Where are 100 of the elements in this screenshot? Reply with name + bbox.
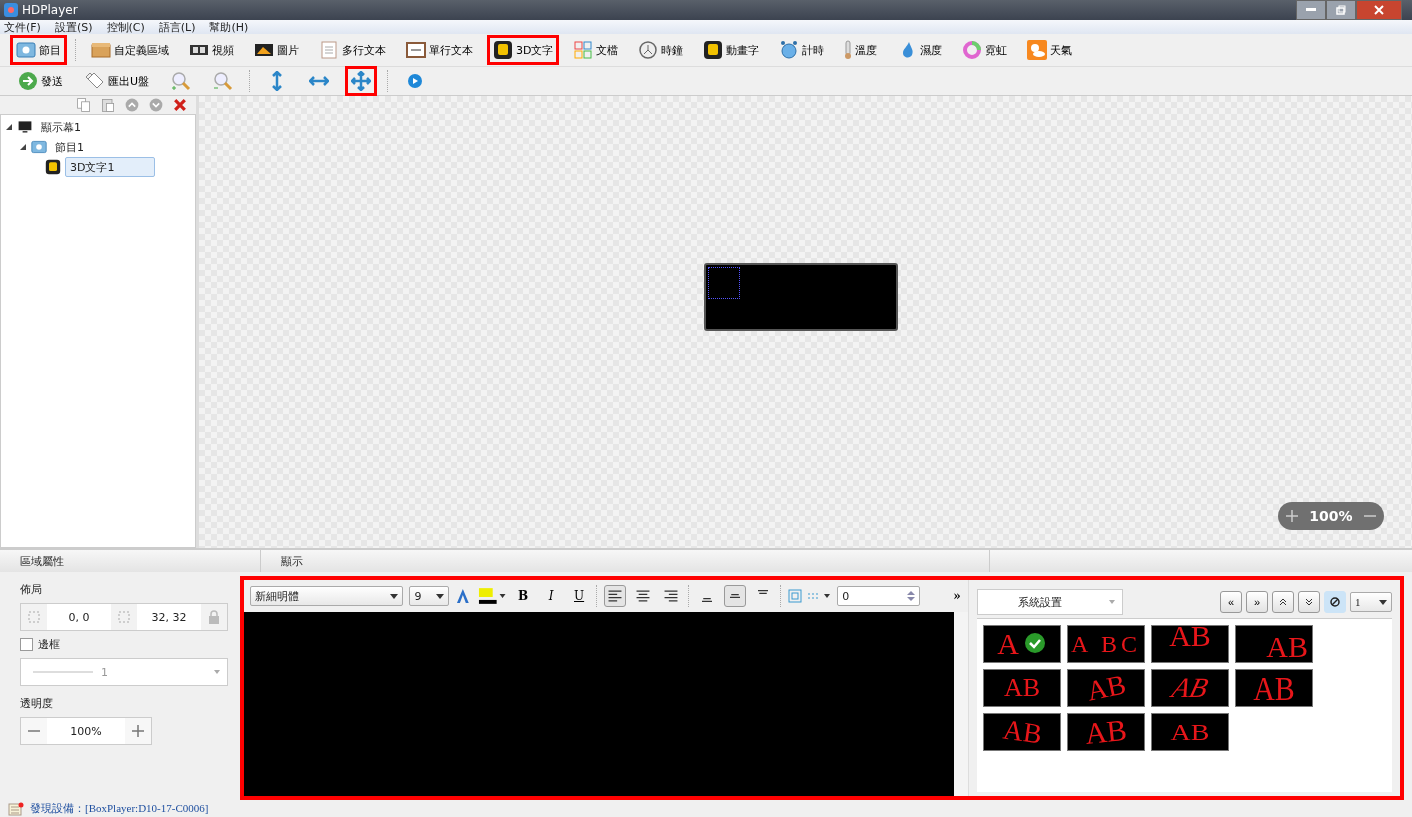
effect-thumbnail[interactable]: AB xyxy=(983,713,1061,751)
tiles-icon xyxy=(573,40,594,60)
layout-field[interactable]: 0, 0 32, 32 xyxy=(20,603,228,631)
toolbar-button[interactable]: 動畫字 xyxy=(697,35,766,65)
align-button[interactable] xyxy=(604,585,627,607)
effect-thumbnail[interactable]: AB xyxy=(1235,625,1313,663)
effect-thumbnail[interactable]: AB xyxy=(1067,713,1145,751)
prohibited-icon xyxy=(1330,597,1340,607)
expand-arrow-icon[interactable] xyxy=(19,143,27,151)
text-frame-icon xyxy=(406,40,426,60)
zoom-in-icon[interactable] xyxy=(1286,510,1298,522)
disable-button[interactable] xyxy=(1324,591,1346,613)
sun-cloud-icon xyxy=(1027,40,1048,60)
monitor-icon xyxy=(17,119,33,135)
format-button[interactable]: B xyxy=(512,585,535,607)
more-button[interactable]: » xyxy=(946,585,969,607)
toolbar-button[interactable]: 濕度 xyxy=(891,35,949,65)
tile-icon xyxy=(493,40,513,60)
minimize-button[interactable] xyxy=(1296,0,1326,20)
color-ring-icon xyxy=(962,40,983,60)
effect-thumbnail[interactable]: AB xyxy=(1151,713,1229,751)
tree-item[interactable]: 3D文字1 xyxy=(65,157,156,177)
format-button[interactable]: I xyxy=(540,585,563,607)
scroll-up-button[interactable] xyxy=(1272,591,1294,613)
toolbar-button[interactable]: 單行文本 xyxy=(400,35,479,65)
menu-item[interactable]: 設置(S) xyxy=(54,19,93,35)
toolbar-button[interactable]: 匯出U盤 xyxy=(79,66,156,96)
scrollbar[interactable] xyxy=(954,612,968,796)
alignment-icon xyxy=(664,590,679,602)
move-up-icon xyxy=(124,97,140,113)
zoom-out-icon xyxy=(213,71,234,91)
toolbar-button[interactable]: 文檔 xyxy=(567,35,625,65)
caret-icon xyxy=(1109,600,1115,604)
tree-item[interactable]: 顯示幕1 xyxy=(37,118,85,136)
effect-thumbnail[interactable]: AB xyxy=(1151,669,1229,707)
close-button[interactable] xyxy=(1356,0,1402,20)
section-label: 透明度 xyxy=(20,696,54,711)
toolbar-button[interactable]: 3D文字 xyxy=(487,35,560,65)
page-dropdown[interactable]: 1 xyxy=(1350,592,1392,612)
line-spacing-icon[interactable] xyxy=(807,591,832,601)
toolbar-button[interactable]: 天氣 xyxy=(1021,35,1079,65)
effect-thumbnail[interactable]: AB xyxy=(1151,625,1229,663)
scroll-down-button[interactable] xyxy=(1298,591,1320,613)
toolbar-button[interactable]: 發送 xyxy=(12,66,69,96)
font-size-dropdown[interactable]: 9 xyxy=(409,586,449,606)
font-dropdown[interactable]: 新細明體 xyxy=(250,586,404,606)
usb-drive-icon xyxy=(85,71,105,91)
menu-item[interactable]: 文件(F) xyxy=(4,19,41,35)
plus-icon[interactable] xyxy=(132,725,144,737)
move-down-icon xyxy=(148,97,164,113)
menu-item[interactable]: 控制(C) xyxy=(106,19,145,35)
effect-thumbnail[interactable]: AB xyxy=(1067,669,1145,707)
document-icon xyxy=(319,40,339,60)
effect-thumbnail[interactable]: AB xyxy=(983,669,1061,707)
toolbar-button[interactable]: 時鐘 xyxy=(632,35,690,65)
alignment-icon xyxy=(758,590,769,594)
caret-icon xyxy=(390,593,399,599)
text-effect-icon[interactable] xyxy=(454,588,471,604)
monitor-card-icon xyxy=(16,40,36,60)
caret-icon xyxy=(435,593,444,599)
panel-header: 區域屬性 xyxy=(0,550,261,572)
section-label: 佈局 xyxy=(20,582,43,597)
page-nav-button[interactable]: « xyxy=(1220,591,1242,613)
toolbar-button[interactable]: 溫度 xyxy=(838,35,884,65)
caret-icon xyxy=(1379,599,1387,605)
tree-item[interactable]: 節目1 xyxy=(51,138,88,156)
opacity-stepper[interactable]: 100% xyxy=(20,717,152,745)
toolbar-button[interactable]: 自定義區域 xyxy=(85,35,175,65)
toolbar-button[interactable]: 霓虹 xyxy=(956,35,1014,65)
toolbar-button[interactable]: 多行文本 xyxy=(313,35,392,65)
alignment-icon xyxy=(608,590,623,602)
caret-icon xyxy=(214,670,220,674)
effect-thumbnail[interactable]: A BC xyxy=(1067,625,1145,663)
valign-button[interactable] xyxy=(724,585,747,607)
spacing-field[interactable]: 0 xyxy=(837,586,921,606)
panel-header: 顯示 xyxy=(261,550,990,572)
toolbar-button[interactable] xyxy=(345,66,378,96)
expand-arrow-icon[interactable] xyxy=(5,123,13,131)
status-text: 發現設備：[BoxPlayer:D10-17-C0006] xyxy=(30,801,209,816)
toolbar-button[interactable]: 圖片 xyxy=(248,35,305,65)
format-button[interactable]: U xyxy=(568,585,591,607)
alignment-icon xyxy=(730,594,741,598)
zoom-control[interactable]: 100% xyxy=(1278,502,1384,530)
highlight-color-icon[interactable] xyxy=(476,587,507,605)
toolbar-button[interactable]: 視頻 xyxy=(183,35,240,65)
toolbar-button[interactable]: 計時 xyxy=(773,35,831,65)
line-style-icon xyxy=(33,670,93,674)
effect-thumbnail[interactable]: A xyxy=(983,625,1061,663)
menu-item[interactable]: 語言(L) xyxy=(158,19,196,35)
alignment-icon xyxy=(702,598,713,602)
toolbar-button[interactable]: 節目 xyxy=(10,35,67,65)
page-nav-button[interactable]: » xyxy=(1246,591,1268,613)
selection-frame[interactable] xyxy=(707,267,740,299)
alignment-icon xyxy=(636,590,651,602)
restore-button[interactable] xyxy=(1326,0,1356,20)
border-checkbox[interactable] xyxy=(20,638,33,651)
category-dropdown[interactable]: 系統設置 xyxy=(977,589,1123,615)
menu-item[interactable]: 幫助(H) xyxy=(209,19,249,35)
position-icon xyxy=(28,611,40,623)
effect-thumbnail[interactable]: AB xyxy=(1235,669,1313,707)
